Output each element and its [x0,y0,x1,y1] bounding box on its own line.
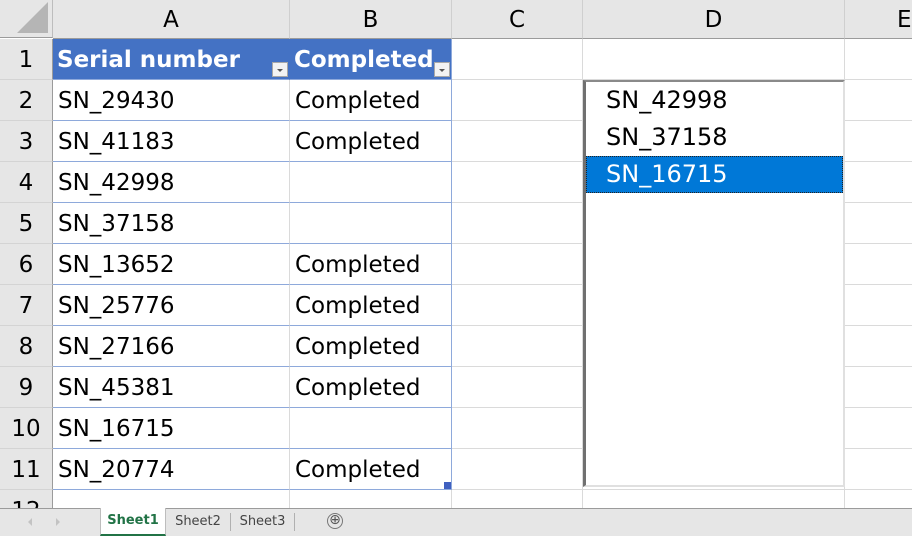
scroll-tabs-right-icon[interactable] [56,518,60,526]
row-header-6[interactable]: 6 [0,244,53,285]
row-header-3[interactable]: 3 [0,121,53,162]
cell-b9[interactable]: Completed [290,367,452,408]
cell-a6[interactable]: SN_13652 [53,244,290,285]
cell-e5[interactable] [845,203,912,244]
cell-c2[interactable] [452,80,583,121]
cell-e9[interactable] [845,367,912,408]
cell-a4[interactable]: SN_42998 [53,162,290,203]
cell-e6[interactable] [845,244,912,285]
column-header-d[interactable]: D [583,0,845,39]
cell-a10[interactable]: SN_16715 [53,408,290,449]
cell-a8[interactable]: SN_27166 [53,326,290,367]
row-header-8[interactable]: 8 [0,326,53,367]
filter-dropdown-icon[interactable] [434,62,450,77]
cell-c4[interactable] [452,162,583,203]
cell-a7[interactable]: SN_25776 [53,285,290,326]
cell-a11[interactable]: SN_20774 [53,449,290,490]
row-header-7[interactable]: 7 [0,285,53,326]
cell-e4[interactable] [845,162,912,203]
cell-e2[interactable] [845,80,912,121]
cell-e3[interactable] [845,121,912,162]
cell-b2[interactable]: Completed [290,80,452,121]
filter-dropdown-icon[interactable] [272,62,288,77]
cell-e7[interactable] [845,285,912,326]
cell-b7[interactable]: Completed [290,285,452,326]
serial-listbox[interactable]: SN_42998 SN_37158 SN_16715 [583,80,845,487]
column-header-b[interactable]: B [290,0,452,39]
cell-c6[interactable] [452,244,583,285]
column-header-c[interactable]: C [452,0,583,39]
row-header-9[interactable]: 9 [0,367,53,408]
column-header-e[interactable]: E [845,0,912,39]
table-header-label: Serial number [57,47,240,73]
cell-a2[interactable]: SN_29430 [53,80,290,121]
cell-d1[interactable] [583,39,845,80]
cell-e12[interactable] [845,490,912,508]
cell-b6[interactable]: Completed [290,244,452,285]
cell-b1[interactable]: Completed [290,39,452,80]
cell-c5[interactable] [452,203,583,244]
cell-c1[interactable] [452,39,583,80]
cell-e8[interactable] [845,326,912,367]
cell-e1[interactable] [845,39,912,80]
worksheet-grid: A B C D E 123456789101112 Serial numberC… [0,0,912,508]
cell-e11[interactable] [845,449,912,490]
sheet-tab-sheet2[interactable]: Sheet2 [166,509,230,536]
cell-a5[interactable]: SN_37158 [53,203,290,244]
listbox-item[interactable]: SN_42998 [586,82,843,119]
listbox-item[interactable]: SN_37158 [586,119,843,156]
table-resize-handle[interactable] [444,482,451,489]
cell-a1[interactable]: Serial number [53,39,290,80]
table-header-label: Completed [294,47,434,73]
cell-b11[interactable]: Completed [290,449,452,490]
cell-b12[interactable] [290,490,452,508]
cell-d12[interactable] [583,490,845,508]
cell-c9[interactable] [452,367,583,408]
column-header-a[interactable]: A [53,0,290,39]
row-header-1[interactable]: 1 [0,39,53,80]
row-header-12[interactable]: 12 [0,490,53,508]
cell-c8[interactable] [452,326,583,367]
cell-c3[interactable] [452,121,583,162]
select-all-button[interactable] [0,0,53,38]
cell-b3[interactable]: Completed [290,121,452,162]
row-header-11[interactable]: 11 [0,449,53,490]
cell-b8[interactable]: Completed [290,326,452,367]
row-header-2[interactable]: 2 [0,80,53,121]
cell-b4[interactable] [290,162,452,203]
cell-b5[interactable] [290,203,452,244]
row-header-5[interactable]: 5 [0,203,53,244]
cell-c11[interactable] [452,449,583,490]
sheet-tab-sheet1[interactable]: Sheet1 [100,508,166,536]
cell-e10[interactable] [845,408,912,449]
add-sheet-icon[interactable]: ⊕ [327,513,343,529]
scroll-tabs-left-icon[interactable] [28,518,32,526]
cell-c12[interactable] [452,490,583,508]
sheet-tab-sheet3[interactable]: Sheet3 [231,509,294,536]
row-header-10[interactable]: 10 [0,408,53,449]
tab-separator [294,513,295,531]
cell-b10[interactable] [290,408,452,449]
cell-a3[interactable]: SN_41183 [53,121,290,162]
listbox-item[interactable]: SN_16715 [586,156,843,193]
cell-a12[interactable] [53,490,290,508]
cell-a9[interactable]: SN_45381 [53,367,290,408]
select-all-triangle-icon [17,2,48,33]
cell-c7[interactable] [452,285,583,326]
sheet-tab-bar: Sheet1 Sheet2 Sheet3 ⊕ [0,508,912,536]
row-header-4[interactable]: 4 [0,162,53,203]
cell-c10[interactable] [452,408,583,449]
